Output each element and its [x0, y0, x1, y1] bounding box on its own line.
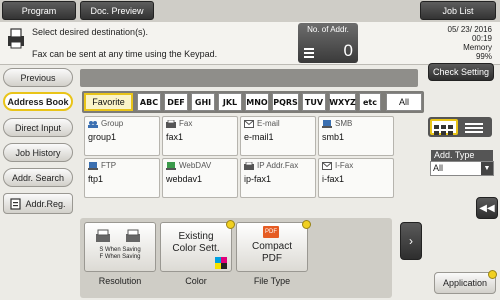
- tab-favorite[interactable]: Favorite: [84, 93, 133, 111]
- instruction-text: Select desired destination(s).: [32, 27, 149, 37]
- i-fax-icon: [322, 161, 332, 170]
- grid-view-button[interactable]: [430, 119, 458, 135]
- destination-type: SMB: [335, 119, 353, 128]
- index-tab-wxyz[interactable]: WXYZ: [329, 93, 356, 111]
- time-text: 00:19: [471, 34, 492, 43]
- file-type-label: File Type: [253, 276, 291, 286]
- double-left-arrow-icon: ◀◀: [479, 202, 495, 214]
- register-icon: [10, 197, 22, 210]
- color-palette-icon: [215, 257, 227, 269]
- destination-name: smb1: [322, 132, 345, 142]
- tab-job-history[interactable]: Job History: [3, 143, 73, 162]
- date-text: 05/ 23/ 2016: [447, 25, 492, 34]
- index-tab-ghi[interactable]: GHI: [191, 93, 215, 111]
- color-button-text: Existing Color Sett.: [172, 231, 220, 254]
- application-button[interactable]: Application: [434, 272, 496, 294]
- index-tab-mno[interactable]: MNO: [245, 93, 269, 111]
- destination-type: IP Addr.Fax: [257, 161, 299, 170]
- collapse-panel-button[interactable]: ◀◀: [476, 197, 498, 219]
- fax-device-icon: [8, 28, 24, 49]
- destination-item[interactable]: I-Fax i-fax1: [318, 158, 394, 198]
- destination-type: Fax: [179, 119, 193, 128]
- smb-icon: [322, 119, 332, 128]
- destination-name: e-mail1: [244, 132, 274, 142]
- setting-changed-indicator: [302, 220, 311, 229]
- grid-view-icon: [434, 125, 453, 135]
- destination-item[interactable]: SMB smb1: [318, 116, 394, 156]
- add-type-select[interactable]: All ▼: [430, 161, 494, 176]
- index-tab-abc[interactable]: ABC: [137, 93, 161, 111]
- memory-value: 99%: [475, 52, 492, 61]
- keypad-hint-text: Fax can be sent at any time using the Ke…: [32, 49, 218, 59]
- setting-changed-indicator: [488, 270, 497, 279]
- view-toggle: [428, 117, 492, 137]
- doc-preview-button[interactable]: Doc. Preview: [80, 1, 154, 20]
- destination-name: ftp1: [88, 174, 104, 184]
- destination-type: E-mail: [257, 119, 280, 128]
- pdf-icon: PDF: [263, 226, 279, 238]
- address-count-box[interactable]: No. of Addr. 0: [298, 23, 358, 63]
- ftp-icon: [88, 161, 98, 170]
- check-setting-button[interactable]: Check Setting: [428, 63, 494, 81]
- destination-name: ip-fax1: [244, 174, 272, 184]
- scanner-icon: [96, 229, 110, 242]
- destination-item[interactable]: E-mail e-mail1: [240, 116, 316, 156]
- destination-item[interactable]: FTP ftp1: [84, 158, 160, 198]
- next-settings-button[interactable]: ›: [400, 222, 422, 260]
- add-type-value: All: [433, 163, 444, 173]
- setting-changed-indicator: [226, 220, 235, 229]
- destination-type: I-Fax: [335, 161, 354, 170]
- destination-type: FTP: [101, 161, 117, 170]
- job-list-button[interactable]: Job List: [420, 1, 496, 20]
- ip-fax-icon: [244, 161, 254, 170]
- index-tab-pqrs[interactable]: PQRS: [272, 93, 299, 111]
- destination-search-bar[interactable]: [80, 69, 418, 87]
- resolution-label: Resolution: [98, 276, 142, 286]
- list-view-icon: [465, 123, 483, 133]
- destination-name: webdav1: [166, 174, 203, 184]
- dropdown-arrow-icon: ▼: [481, 162, 493, 175]
- address-count-label: No. of Addr.: [307, 25, 349, 34]
- file-type-button-text: Compact PDF: [251, 241, 292, 264]
- destination-type: WebDAV: [179, 161, 212, 170]
- resolution-save-note: S When Saving F When Saving: [99, 247, 141, 260]
- email-icon: [244, 119, 254, 128]
- destination-item[interactable]: Fax fax1: [162, 116, 238, 156]
- index-tab-jkl[interactable]: JKL: [218, 93, 242, 111]
- destination-name: group1: [88, 132, 117, 142]
- index-tab-etc[interactable]: etc: [359, 93, 381, 111]
- addr-reg-button[interactable]: Addr.Reg.: [3, 193, 73, 214]
- program-button[interactable]: Program: [2, 1, 76, 20]
- destination-item[interactable]: IP Addr.Fax ip-fax1: [240, 158, 316, 198]
- chevron-right-icon: ›: [409, 234, 413, 248]
- index-tab-all[interactable]: All: [386, 93, 422, 111]
- tab-addr-search[interactable]: Addr. Search: [3, 168, 73, 187]
- destination-name: i-fax1: [322, 174, 345, 184]
- group-icon: [88, 120, 98, 128]
- destination-item[interactable]: WebDAV webdav1: [162, 158, 238, 198]
- previous-button[interactable]: Previous: [3, 68, 73, 87]
- tab-address-book[interactable]: Address Book: [3, 92, 73, 111]
- address-count-value: 0: [343, 41, 353, 60]
- color-button[interactable]: Existing Color Sett.: [160, 222, 232, 272]
- tab-direct-input[interactable]: Direct Input: [3, 118, 73, 137]
- index-tab-def[interactable]: DEF: [164, 93, 188, 111]
- destination-name: fax1: [166, 132, 184, 142]
- resolution-button[interactable]: S When Saving F When Saving: [84, 222, 156, 272]
- destination-item[interactable]: Group group1: [84, 116, 160, 156]
- memory-label: Memory: [463, 43, 492, 52]
- index-tab-tuv[interactable]: TUV: [302, 93, 326, 111]
- list-view-button[interactable]: [462, 119, 490, 135]
- header-area: Select desired destination(s). Fax can b…: [0, 22, 500, 65]
- scanner-icon: [126, 229, 140, 242]
- fax-icon: [166, 119, 176, 128]
- addr-reg-label: Addr.Reg.: [25, 198, 66, 209]
- file-type-button[interactable]: PDF Compact PDF: [236, 222, 308, 272]
- webdav-icon: [166, 161, 176, 170]
- list-icon: [304, 48, 314, 58]
- color-label: Color: [185, 276, 207, 286]
- destination-type: Group: [101, 119, 124, 128]
